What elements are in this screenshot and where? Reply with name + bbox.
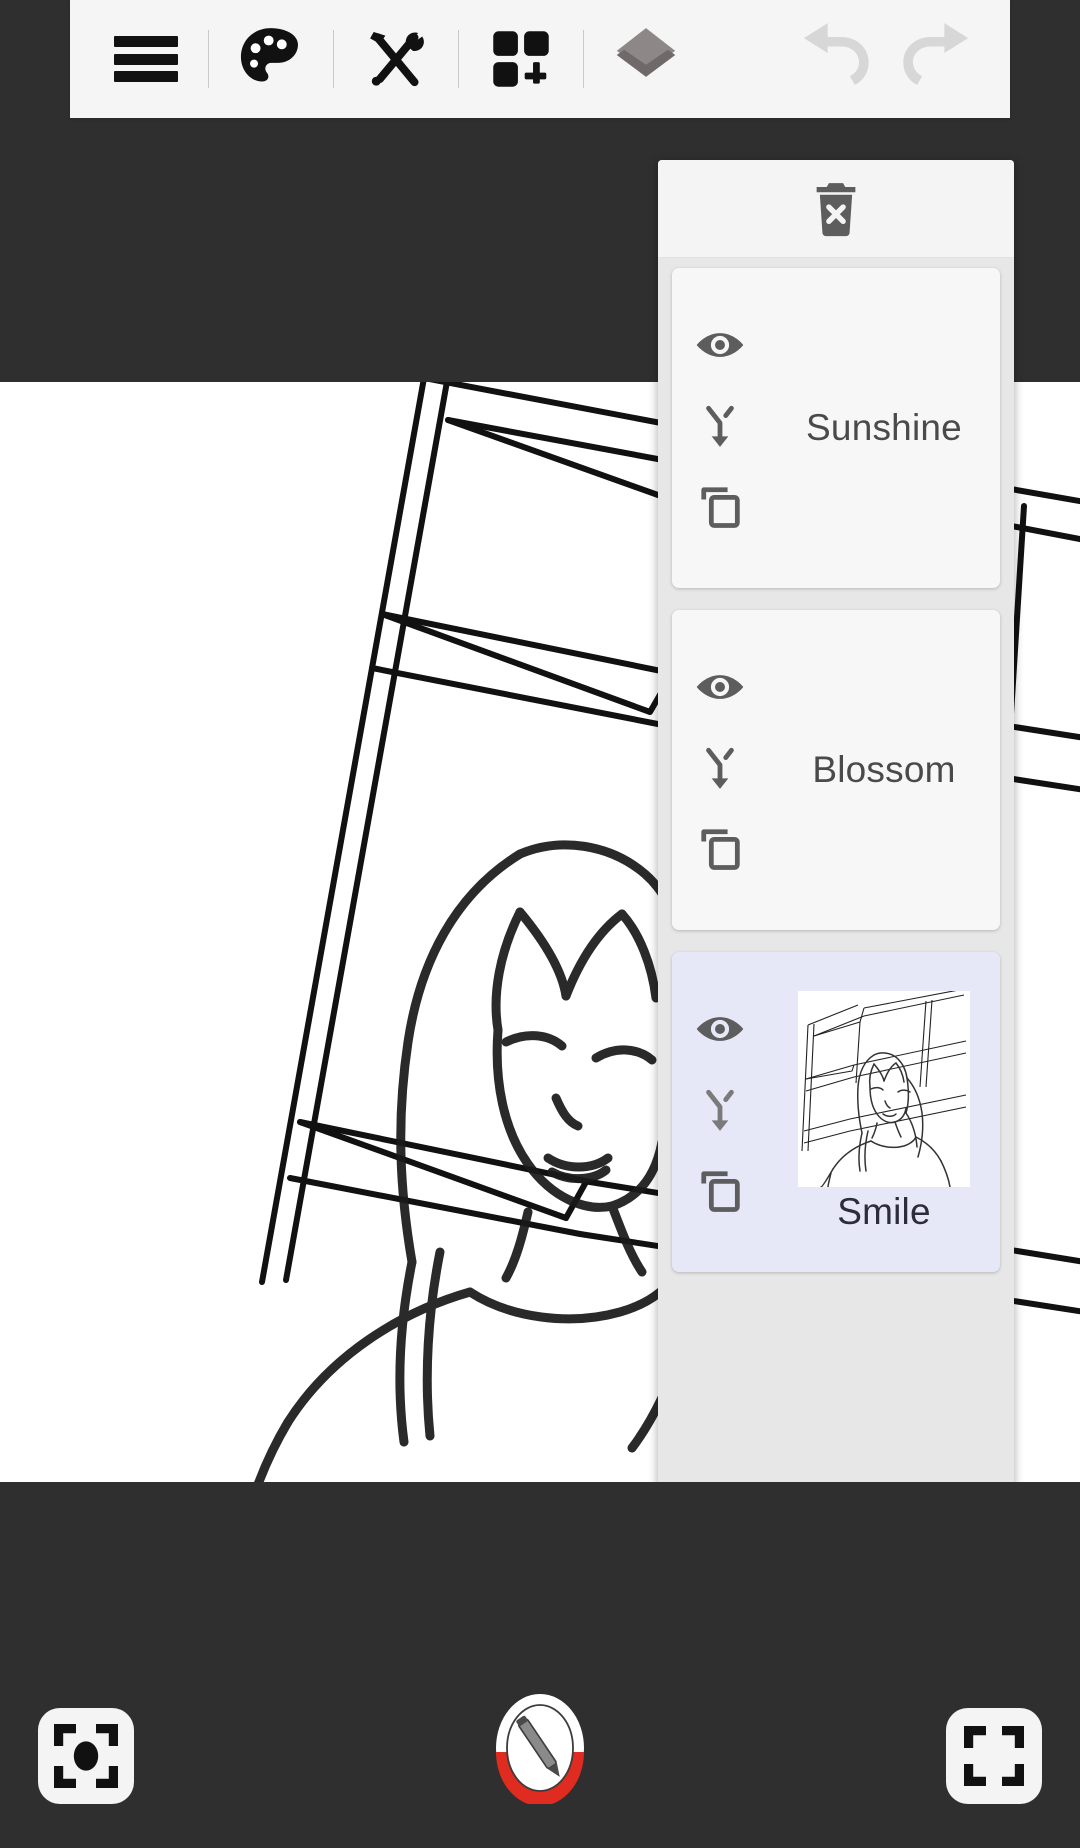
layer-thumbnail-art xyxy=(798,991,970,1187)
merge-down-icon xyxy=(706,1089,734,1131)
layer-visibility-button[interactable] xyxy=(694,661,746,718)
duplicate-layer-icon xyxy=(701,829,740,871)
visibility-icon xyxy=(696,332,744,357)
layer-panel-header xyxy=(658,160,1014,258)
undo-icon xyxy=(803,23,869,85)
focus-picker-icon xyxy=(38,1708,134,1804)
palette-icon xyxy=(240,28,298,82)
toolbar-divider xyxy=(208,30,209,88)
delete-layer-icon xyxy=(816,182,856,236)
layer-name-label: Sunshine xyxy=(806,407,962,448)
merge-down-button[interactable] xyxy=(695,401,745,456)
fullscreen-button[interactable] xyxy=(946,1708,1042,1804)
fullscreen-icon xyxy=(946,1708,1042,1804)
toolbar-divider xyxy=(458,30,459,88)
toolbar-divider xyxy=(583,30,584,88)
redo-icon xyxy=(903,23,969,85)
top-toolbar xyxy=(70,0,1010,118)
merge-down-icon xyxy=(706,747,734,789)
layer-item[interactable]: Blossom xyxy=(672,610,1000,930)
redo-button[interactable] xyxy=(886,11,982,107)
layer-actions xyxy=(672,952,768,1272)
layer-list[interactable]: Sunshine Blossom Smile xyxy=(658,258,1014,1491)
layer-item-selected[interactable]: Smile xyxy=(672,952,1000,1272)
duplicate-layer-icon xyxy=(701,1171,740,1213)
palette-button[interactable] xyxy=(223,11,319,107)
layer-actions xyxy=(672,268,768,588)
undo-button[interactable] xyxy=(790,11,886,107)
hamburger-menu-icon xyxy=(114,36,178,82)
app-root: Sunshine Blossom Smile xyxy=(0,0,1080,1848)
bottom-toolbar xyxy=(0,1482,1080,1848)
hammer-wrench-icon xyxy=(370,32,424,87)
delete-layer-button[interactable] xyxy=(788,161,884,257)
layer-content: Smile xyxy=(768,952,1000,1272)
layer-actions xyxy=(672,610,768,930)
duplicate-layer-button[interactable] xyxy=(694,822,746,879)
menu-button[interactable] xyxy=(98,11,194,107)
tools-button[interactable] xyxy=(348,11,444,107)
layer-item[interactable]: Sunshine xyxy=(672,268,1000,588)
layer-visibility-button[interactable] xyxy=(694,319,746,376)
toolbar-divider xyxy=(333,30,334,88)
color-picker-button[interactable] xyxy=(38,1708,134,1804)
layer-visibility-button[interactable] xyxy=(694,1003,746,1060)
pen-tool-button[interactable] xyxy=(492,1692,588,1806)
layer-panel: Sunshine Blossom Smile xyxy=(658,160,1014,1700)
add-shape-icon xyxy=(493,31,549,87)
layers-icon xyxy=(616,28,676,77)
visibility-icon xyxy=(696,674,744,699)
layers-button[interactable] xyxy=(598,11,694,107)
duplicate-layer-button[interactable] xyxy=(694,1164,746,1221)
merge-down-icon xyxy=(706,405,734,447)
merge-down-button[interactable] xyxy=(695,1085,745,1140)
layer-content: Sunshine xyxy=(768,268,1000,588)
layer-content: Blossom xyxy=(768,610,1000,930)
pen-tool-icon xyxy=(496,1694,584,1806)
layer-thumbnail xyxy=(798,991,970,1187)
duplicate-layer-icon xyxy=(701,487,740,529)
add-shape-button[interactable] xyxy=(473,11,569,107)
visibility-icon xyxy=(696,1016,744,1041)
merge-down-button[interactable] xyxy=(695,743,745,798)
layer-name-label: Blossom xyxy=(812,749,956,790)
duplicate-layer-button[interactable] xyxy=(694,480,746,537)
layer-name-label: Smile xyxy=(837,1191,931,1232)
